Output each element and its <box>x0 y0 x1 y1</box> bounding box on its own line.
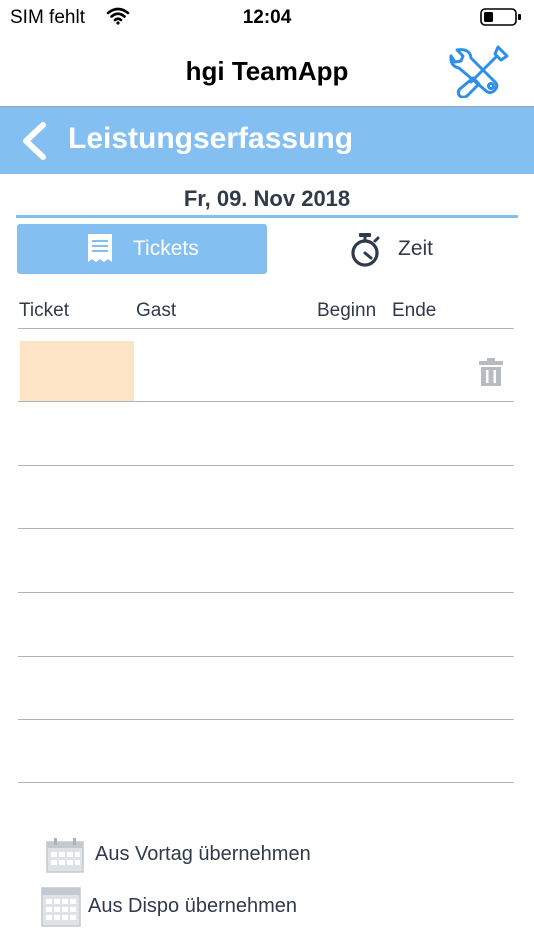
trash-icon[interactable] <box>478 357 504 387</box>
aus-dispo-button[interactable]: Aus Dispo übernehmen <box>40 887 340 927</box>
aus-vortag-label: Aus Vortag übernehmen <box>95 843 311 865</box>
aus-dispo-label: Aus Dispo übernehmen <box>88 895 298 917</box>
calendar-grid-icon <box>41 887 81 927</box>
tab-zeit-label: Zeit <box>398 237 434 260</box>
date-underline <box>16 215 518 218</box>
aus-vortag-button[interactable]: Aus Vortag übernehmen <box>44 835 344 875</box>
table-row-divider <box>18 401 514 402</box>
tab-tickets[interactable]: Tickets <box>17 224 267 274</box>
table-row-divider <box>18 656 514 657</box>
app-header: hgi TeamApp <box>0 36 534 106</box>
battery-icon <box>480 8 521 26</box>
table-header-divider <box>18 328 514 329</box>
date-label[interactable]: Fr, 09. Nov 2018 <box>0 186 534 212</box>
table-row-divider <box>18 592 514 593</box>
table-row-divider <box>18 719 514 720</box>
section-title: Leistungserfassung <box>68 122 354 155</box>
table-row-divider <box>18 465 514 466</box>
back-chevron-icon[interactable] <box>16 121 56 161</box>
column-header-gast: Gast <box>136 300 177 321</box>
tab-tickets-label: Tickets <box>133 237 199 260</box>
calendar-icon <box>46 838 84 873</box>
column-header-ticket: Ticket <box>19 300 69 321</box>
section-bar: Leistungserfassung <box>0 107 534 174</box>
table-row-divider <box>18 782 514 783</box>
stopwatch-icon <box>351 233 380 267</box>
tab-zeit[interactable]: Zeit <box>300 224 518 274</box>
column-header-beginn: Beginn <box>317 300 377 321</box>
receipt-icon <box>88 234 112 262</box>
column-header-ende: Ende <box>392 300 437 321</box>
ticket-cell[interactable] <box>20 341 134 401</box>
status-time: 12:04 <box>242 7 292 28</box>
table-row-divider <box>18 528 514 529</box>
status-bar: SIM fehlt 12:04 <box>0 0 534 36</box>
tools-icon[interactable] <box>449 44 511 98</box>
